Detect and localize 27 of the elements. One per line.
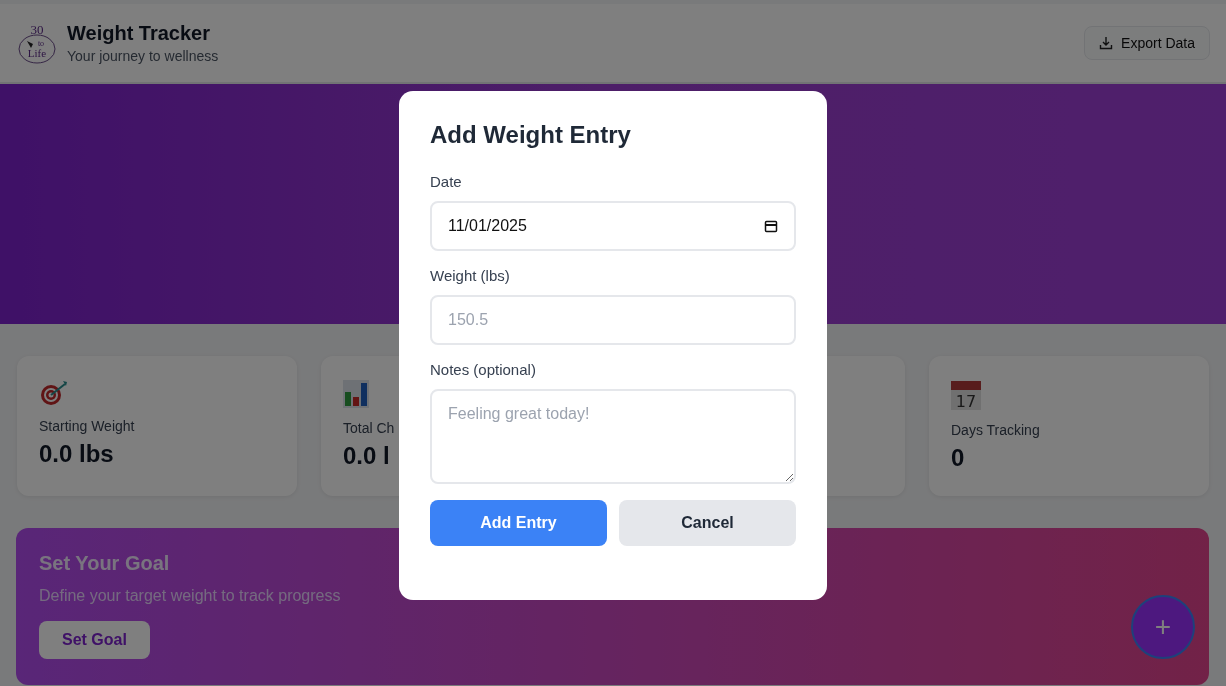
download-icon [1099, 36, 1114, 50]
dialog-title: Add Weight Entry [430, 121, 632, 149]
cancel-button[interactable]: Cancel [619, 500, 796, 546]
stat-label: Starting Weight [39, 418, 135, 434]
field-label: Weight (lbs) [430, 267, 511, 284]
stat-value: 0.0 l [343, 442, 390, 470]
app-subtitle: Your journey to wellness [67, 48, 219, 64]
calendar-icon: 17 [951, 380, 981, 410]
stat-value: 0.0 lbs [39, 440, 114, 468]
stat-value: 0 [951, 444, 965, 472]
export-button[interactable]: Export Data [1084, 26, 1210, 60]
add-button[interactable]: + [1131, 595, 1195, 659]
date-field[interactable]: 11/01/2025 [430, 201, 796, 251]
set-goal-button[interactable]: Set Goal [39, 621, 150, 659]
weight-field[interactable]: 150.5 [430, 295, 796, 345]
goal-title: Set Your Goal [39, 552, 171, 575]
calendar-icon [764, 219, 778, 233]
target-icon [39, 380, 69, 406]
goal-text: Define your target weight to track progress [39, 587, 342, 605]
bar-chart-icon [343, 380, 369, 408]
field-label: Date [430, 173, 463, 190]
add-entry-button[interactable]: Add Entry [430, 500, 607, 546]
notes-field[interactable]: Feeling great today! [430, 389, 796, 484]
stat-label: Total Ch [343, 420, 395, 436]
app-title: Weight Tracker [67, 22, 212, 45]
field-label: Notes (optional) [430, 361, 537, 378]
stat-label: Days Tracking [951, 422, 1040, 438]
